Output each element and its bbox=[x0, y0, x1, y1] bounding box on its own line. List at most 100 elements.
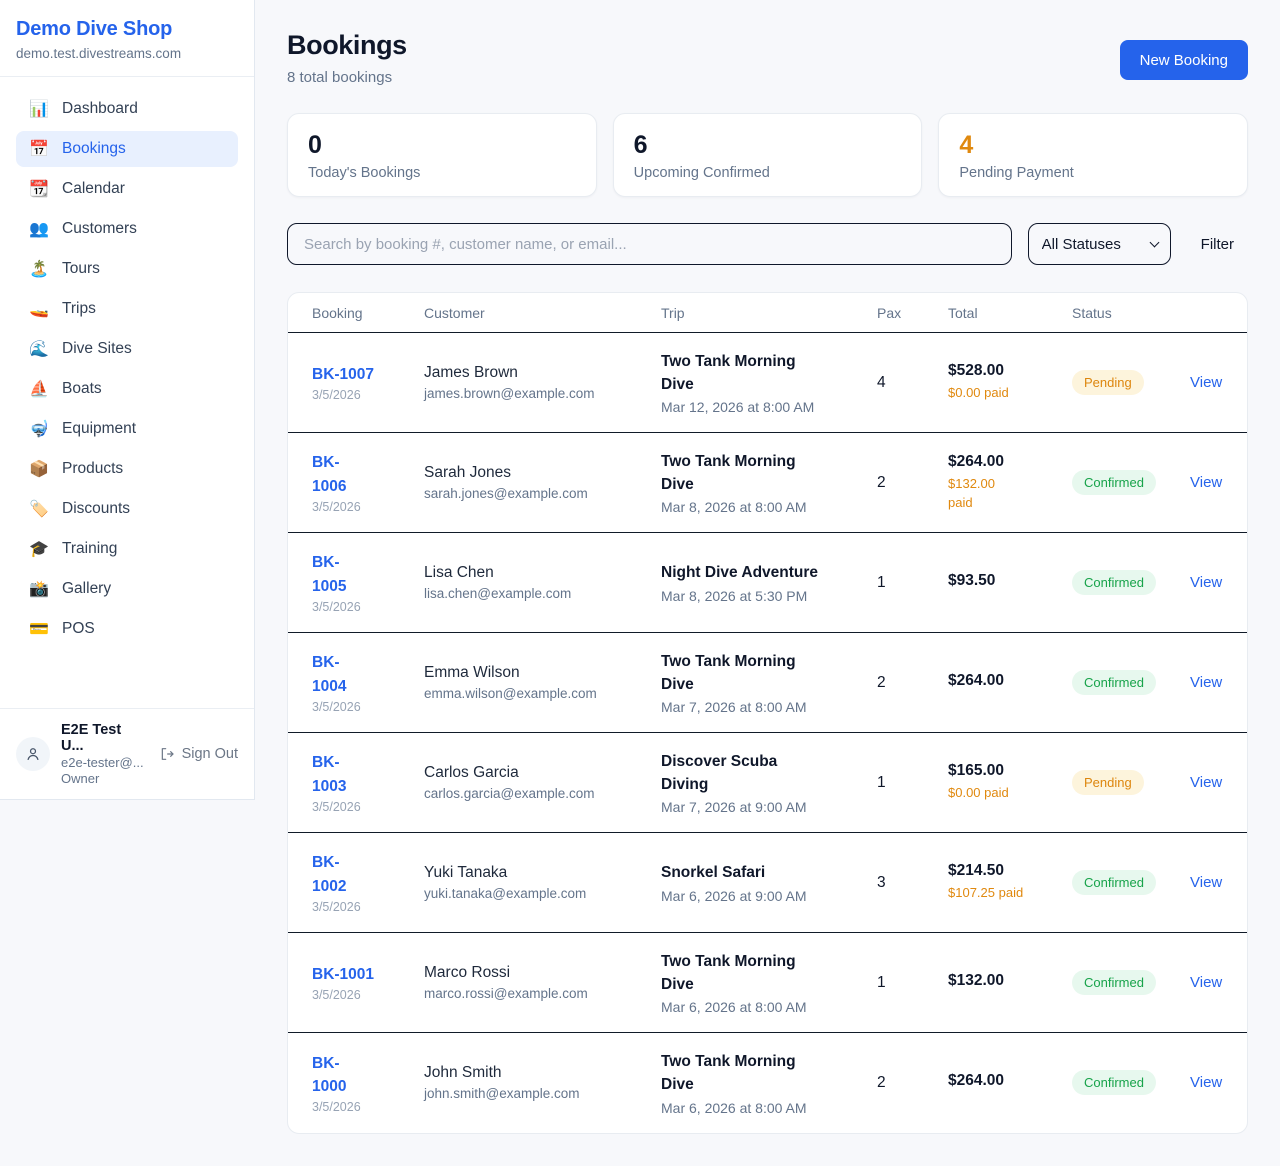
view-link[interactable]: View bbox=[1190, 1074, 1222, 1091]
customer-name: John Smith bbox=[424, 1064, 649, 1082]
sidebar-item-trips[interactable]: 🚤 Trips bbox=[16, 291, 238, 327]
trip-name: Two Tank Morning Dive bbox=[661, 1050, 865, 1097]
pax-count: 1 bbox=[877, 574, 886, 591]
status-badge: Pending bbox=[1072, 770, 1144, 795]
sidebar-item-label: Dive Sites bbox=[62, 340, 132, 358]
bookings-table-card: Booking Customer Trip Pax Total Status B… bbox=[287, 292, 1248, 1134]
bar-chart-icon: 📊 bbox=[28, 99, 50, 119]
filter-button[interactable]: Filter bbox=[1187, 236, 1248, 253]
pax-count: 2 bbox=[877, 674, 886, 691]
pax-count: 3 bbox=[877, 874, 886, 891]
brand-block: Demo Dive Shop demo.test.divestreams.com bbox=[0, 0, 254, 77]
col-header-pax: Pax bbox=[877, 293, 948, 333]
booking-id-link[interactable]: BK- 1002 bbox=[312, 851, 412, 898]
title-block: Bookings 8 total bookings bbox=[287, 30, 407, 86]
sidebar-item-label: Tours bbox=[62, 260, 100, 278]
booking-id-link[interactable]: BK- 1005 bbox=[312, 551, 412, 598]
stat-label: Pending Payment bbox=[959, 165, 1227, 181]
col-header-actions bbox=[1190, 293, 1248, 333]
sidebar-item-dashboard[interactable]: 📊 Dashboard bbox=[16, 91, 238, 127]
table-row: BK- 1000 3/5/2026 John Smith john.smith@… bbox=[288, 1033, 1248, 1133]
sidebar-item-customers[interactable]: 👥 Customers bbox=[16, 211, 238, 247]
trip-datetime: Mar 6, 2026 at 8:00 AM bbox=[661, 1100, 865, 1116]
customer-email: john.smith@example.com bbox=[424, 1086, 649, 1101]
stats-cards: 0 Today's Bookings 6 Upcoming Confirmed … bbox=[287, 113, 1248, 197]
sidebar-item-discounts[interactable]: 🏷️ Discounts bbox=[16, 491, 238, 527]
status-filter-select[interactable]: All Statuses bbox=[1028, 223, 1171, 265]
sidebar-item-calendar[interactable]: 📆 Calendar bbox=[16, 171, 238, 207]
table-row: BK- 1003 3/5/2026 Carlos Garcia carlos.g… bbox=[288, 733, 1248, 833]
booking-id-link[interactable]: BK- 1003 bbox=[312, 751, 412, 798]
total-amount: $93.50 bbox=[948, 572, 1060, 590]
booking-id-link[interactable]: BK- 1000 bbox=[312, 1052, 412, 1099]
island-icon: 🏝️ bbox=[28, 259, 50, 279]
customer-email: sarah.jones@example.com bbox=[424, 486, 649, 501]
customers-icon: 👥 bbox=[28, 219, 50, 239]
status-badge: Pending bbox=[1072, 370, 1144, 395]
trip-datetime: Mar 8, 2026 at 8:00 AM bbox=[661, 499, 865, 515]
sailboat-icon: ⛵ bbox=[28, 379, 50, 399]
status-badge: Confirmed bbox=[1072, 670, 1156, 695]
col-header-status: Status bbox=[1072, 293, 1190, 333]
sidebar-item-label: Dashboard bbox=[62, 100, 138, 118]
customer-email: james.brown@example.com bbox=[424, 386, 649, 401]
sidebar-item-products[interactable]: 📦 Products bbox=[16, 451, 238, 487]
view-link[interactable]: View bbox=[1190, 974, 1222, 991]
sidebar-item-boats[interactable]: ⛵ Boats bbox=[16, 371, 238, 407]
customer-name: Marco Rossi bbox=[424, 964, 649, 982]
trip-datetime: Mar 6, 2026 at 8:00 AM bbox=[661, 999, 865, 1015]
booking-date: 3/5/2026 bbox=[312, 800, 412, 814]
sidebar-item-pos[interactable]: 💳 POS bbox=[16, 611, 238, 647]
booking-id-link[interactable]: BK- 1004 bbox=[312, 651, 412, 698]
trip-datetime: Mar 7, 2026 at 8:00 AM bbox=[661, 699, 865, 715]
view-link[interactable]: View bbox=[1190, 674, 1222, 691]
user-role: Owner bbox=[61, 771, 148, 786]
sidebar-item-label: Calendar bbox=[62, 180, 125, 198]
sidebar-item-tours[interactable]: 🏝️ Tours bbox=[16, 251, 238, 287]
customer-name: Emma Wilson bbox=[424, 664, 649, 682]
table-row: BK- 1005 3/5/2026 Lisa Chen lisa.chen@ex… bbox=[288, 533, 1248, 633]
sidebar-item-dive-sites[interactable]: 🌊 Dive Sites bbox=[16, 331, 238, 367]
search-input[interactable] bbox=[287, 223, 1012, 265]
table-row: BK- 1006 3/5/2026 Sarah Jones sarah.jone… bbox=[288, 433, 1248, 533]
sidebar-item-gallery[interactable]: 📸 Gallery bbox=[16, 571, 238, 607]
col-header-booking: Booking bbox=[288, 293, 424, 333]
sidebar: Demo Dive Shop demo.test.divestreams.com… bbox=[0, 0, 255, 800]
sidebar-item-training[interactable]: 🎓 Training bbox=[16, 531, 238, 567]
view-link[interactable]: View bbox=[1190, 774, 1222, 791]
new-booking-button[interactable]: New Booking bbox=[1120, 40, 1248, 80]
booking-id-link[interactable]: BK-1001 bbox=[312, 963, 412, 986]
booking-id-link[interactable]: BK- 1006 bbox=[312, 451, 412, 498]
trip-name: Two Tank Morning Dive bbox=[661, 650, 865, 697]
sidebar-nav: 📊 Dashboard 📅 Bookings 📆 Calendar 👥 Cust… bbox=[0, 77, 254, 708]
view-link[interactable]: View bbox=[1190, 474, 1222, 491]
sidebar-item-label: Products bbox=[62, 460, 123, 478]
sidebar-item-bookings[interactable]: 📅 Bookings bbox=[16, 131, 238, 167]
user-email: e2e-tester@... bbox=[61, 755, 148, 770]
customer-email: emma.wilson@example.com bbox=[424, 686, 649, 701]
view-link[interactable]: View bbox=[1190, 374, 1222, 391]
graduation-cap-icon: 🎓 bbox=[28, 539, 50, 559]
status-filter: All Statuses bbox=[1028, 223, 1171, 265]
view-link[interactable]: View bbox=[1190, 874, 1222, 891]
customer-email: carlos.garcia@example.com bbox=[424, 786, 649, 801]
sidebar-item-label: Bookings bbox=[62, 140, 126, 158]
trip-datetime: Mar 12, 2026 at 8:00 AM bbox=[661, 399, 865, 415]
sidebar-item-equipment[interactable]: 🤿 Equipment bbox=[16, 411, 238, 447]
wave-icon: 🌊 bbox=[28, 339, 50, 359]
sign-out-button[interactable]: Sign Out bbox=[159, 746, 238, 762]
trip-name: Snorkel Safari bbox=[661, 861, 865, 884]
user-footer: E2E Test U... e2e-tester@... Owner Sign … bbox=[0, 708, 254, 799]
booking-date: 3/5/2026 bbox=[312, 700, 412, 714]
status-badge: Confirmed bbox=[1072, 870, 1156, 895]
view-link[interactable]: View bbox=[1190, 574, 1222, 591]
logout-icon bbox=[159, 746, 175, 762]
main-content: Bookings 8 total bookings New Booking 0 … bbox=[255, 0, 1280, 1166]
customer-name: Yuki Tanaka bbox=[424, 864, 649, 882]
customer-name: Sarah Jones bbox=[424, 464, 649, 482]
trip-name: Discover Scuba Diving bbox=[661, 750, 865, 797]
table-row: BK-1007 3/5/2026 James Brown james.brown… bbox=[288, 333, 1248, 433]
trip-datetime: Mar 8, 2026 at 5:30 PM bbox=[661, 588, 865, 604]
booking-id-link[interactable]: BK-1007 bbox=[312, 363, 412, 386]
bookings-calendar-icon: 📅 bbox=[28, 139, 50, 159]
